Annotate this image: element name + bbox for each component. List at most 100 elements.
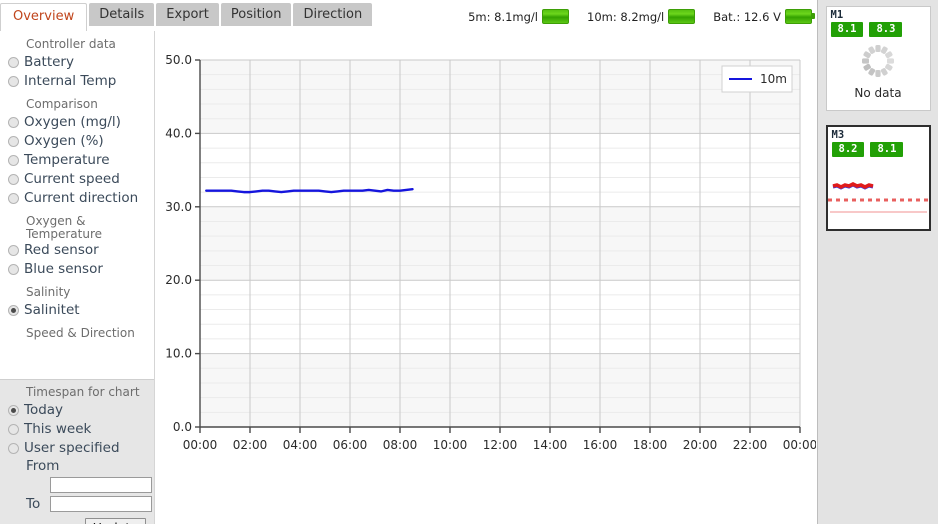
group-title-salinity: Salinity <box>26 285 71 299</box>
group-title-oxygen-temperature-text: Oxygen & Temperature <box>26 214 103 241</box>
status-battery: Bat.: 12.6 V <box>713 9 815 24</box>
tab-export-label: Export <box>166 7 209 22</box>
svg-text:08:00: 08:00 <box>383 438 418 452</box>
from-input[interactable] <box>50 477 152 493</box>
sidebar-option-battery[interactable]: Battery <box>0 53 154 72</box>
radio-icon[interactable] <box>8 193 19 204</box>
sidebar-option-current-direction-label: Current direction <box>24 190 139 206</box>
sidebar-option-salinitet[interactable]: Salinitet <box>0 301 154 320</box>
tab-direction[interactable]: Direction <box>293 3 373 26</box>
timespan-option-this-week[interactable]: This week <box>0 420 154 439</box>
sidebar-option-oxygen-mgl[interactable]: Oxygen (mg/l) <box>0 113 154 132</box>
sidebar-option-red-sensor-label: Red sensor <box>24 242 99 258</box>
tab-position-label: Position <box>230 7 282 22</box>
sidebar-option-oxygen-pct[interactable]: Oxygen (%) <box>0 132 154 151</box>
sidebar-option-blue-sensor-label: Blue sensor <box>24 261 103 277</box>
radio-icon[interactable] <box>8 264 19 275</box>
svg-text:00:00: 00:00 <box>183 438 218 452</box>
svg-text:10:00: 10:00 <box>433 438 468 452</box>
tab-position[interactable]: Position <box>220 3 292 26</box>
tab-export[interactable]: Export <box>156 3 219 26</box>
sidebar-option-internal-temp[interactable]: Internal Temp <box>0 72 154 91</box>
status-oxygen-10m-label: 10m: 8.2mg/l <box>587 9 665 24</box>
timespan-option-user-specified-label: User specified <box>24 440 120 456</box>
from-field-row <box>50 477 154 493</box>
battery-icon <box>785 9 815 24</box>
station-card-m1[interactable]: M1 8.1 8.3 No data <box>825 6 931 111</box>
station-card-m1-title: M1 <box>830 9 844 21</box>
radio-icon[interactable] <box>8 57 19 68</box>
radio-icon[interactable] <box>8 305 19 316</box>
update-button-row: Update <box>0 518 154 524</box>
timespan-option-today-label: Today <box>24 402 64 418</box>
timespan-option-this-week-label: This week <box>24 421 92 437</box>
sidebar-option-internal-temp-label: Internal Temp <box>24 73 117 89</box>
svg-text:14:00: 14:00 <box>533 438 568 452</box>
group-title-speed-direction: Speed & Direction <box>26 326 135 340</box>
svg-text:12:00: 12:00 <box>483 438 518 452</box>
sidebar-option-current-direction[interactable]: Current direction <box>0 189 154 208</box>
station-card-m3[interactable]: M3 8.2 8.1 <box>825 125 931 231</box>
status-badge: 8.2 <box>831 142 865 157</box>
radio-icon[interactable] <box>8 405 19 416</box>
to-label: To <box>26 496 41 512</box>
station-card-m1-nodata: No data <box>827 41 930 100</box>
status-badge: 8.1 <box>870 142 904 157</box>
status-badge: 8.3 <box>869 22 903 37</box>
group-title-comparison: Comparison <box>26 97 98 111</box>
status-battery-label: Bat.: 12.6 V <box>713 9 781 24</box>
radio-icon[interactable] <box>8 117 19 128</box>
app-root: Overview Details Export Position Directi… <box>0 0 938 524</box>
tab-bar: Overview Details Export Position Directi… <box>0 0 374 31</box>
signal-bar-icon <box>542 9 569 24</box>
salinity-line-chart[interactable]: 0.0 10.0 20.0 30.0 40.0 50.0 00:00 02:00 04:00 06… <box>155 31 816 524</box>
svg-text:10m: 10m <box>760 72 787 86</box>
sidebar-option-temperature[interactable]: Temperature <box>0 151 154 170</box>
sidebar-option-salinitet-label: Salinitet <box>24 302 80 318</box>
svg-text:20.0: 20.0 <box>165 273 192 287</box>
timespan-panel: Timespan for chart Today This week User … <box>0 379 154 524</box>
status-badge: 8.1 <box>830 22 864 37</box>
svg-text:04:00: 04:00 <box>283 438 318 452</box>
timespan-option-user-specified[interactable]: User specified <box>0 439 154 458</box>
radio-icon[interactable] <box>8 174 19 185</box>
station-card-m3-title: M3 <box>831 129 845 141</box>
tab-overview-label: Overview <box>13 9 75 24</box>
radio-icon[interactable] <box>8 424 19 435</box>
loading-spinner-icon <box>862 45 894 77</box>
radio-icon[interactable] <box>8 76 19 87</box>
sidebar-option-blue-sensor[interactable]: Blue sensor <box>0 260 154 279</box>
sidebar-option-oxygen-pct-label: Oxygen (%) <box>24 133 104 149</box>
tab-details[interactable]: Details <box>89 3 155 26</box>
svg-text:16:00: 16:00 <box>583 438 618 452</box>
svg-text:40.0: 40.0 <box>165 126 192 140</box>
tab-details-label: Details <box>99 7 145 22</box>
header-bar: Overview Details Export Position Directi… <box>0 0 820 31</box>
chart-panel: 0.0 10.0 20.0 30.0 40.0 50.0 00:00 02:00 04:00 06… <box>155 31 816 524</box>
status-oxygen-10m: 10m: 8.2mg/l <box>587 9 696 24</box>
svg-text:18:00: 18:00 <box>633 438 668 452</box>
station-card-m1-badges: 8.1 8.3 <box>827 21 930 37</box>
status-oxygen-5m-label: 5m: 8.1mg/l <box>468 9 538 24</box>
sidebar-option-current-speed-label: Current speed <box>24 171 120 187</box>
radio-icon[interactable] <box>8 155 19 166</box>
update-button[interactable]: Update <box>84 518 146 524</box>
tab-overview[interactable]: Overview <box>0 3 88 31</box>
timespan-title: Timespan for chart <box>26 385 140 399</box>
radio-icon[interactable] <box>8 245 19 256</box>
station-card-m3-badges: 8.2 8.1 <box>828 141 929 157</box>
group-title-oxygen-temperature: Oxygen & Temperature <box>0 208 154 241</box>
to-input[interactable] <box>50 496 152 512</box>
from-label: From <box>26 458 60 474</box>
tab-direction-label: Direction <box>303 7 363 22</box>
station-panel: M1 8.1 8.3 No data M3 8.2 8.1 <box>817 0 938 524</box>
signal-bar-icon <box>668 9 696 24</box>
sidebar-option-red-sensor[interactable]: Red sensor <box>0 241 154 260</box>
radio-icon[interactable] <box>8 443 19 454</box>
svg-text:10.0: 10.0 <box>165 347 192 361</box>
sidebar-option-oxygen-mgl-label: Oxygen (mg/l) <box>24 114 121 130</box>
timespan-option-today[interactable]: Today <box>0 401 154 420</box>
sidebar-option-current-speed[interactable]: Current speed <box>0 170 154 189</box>
radio-icon[interactable] <box>8 136 19 147</box>
svg-text:20:00: 20:00 <box>683 438 718 452</box>
